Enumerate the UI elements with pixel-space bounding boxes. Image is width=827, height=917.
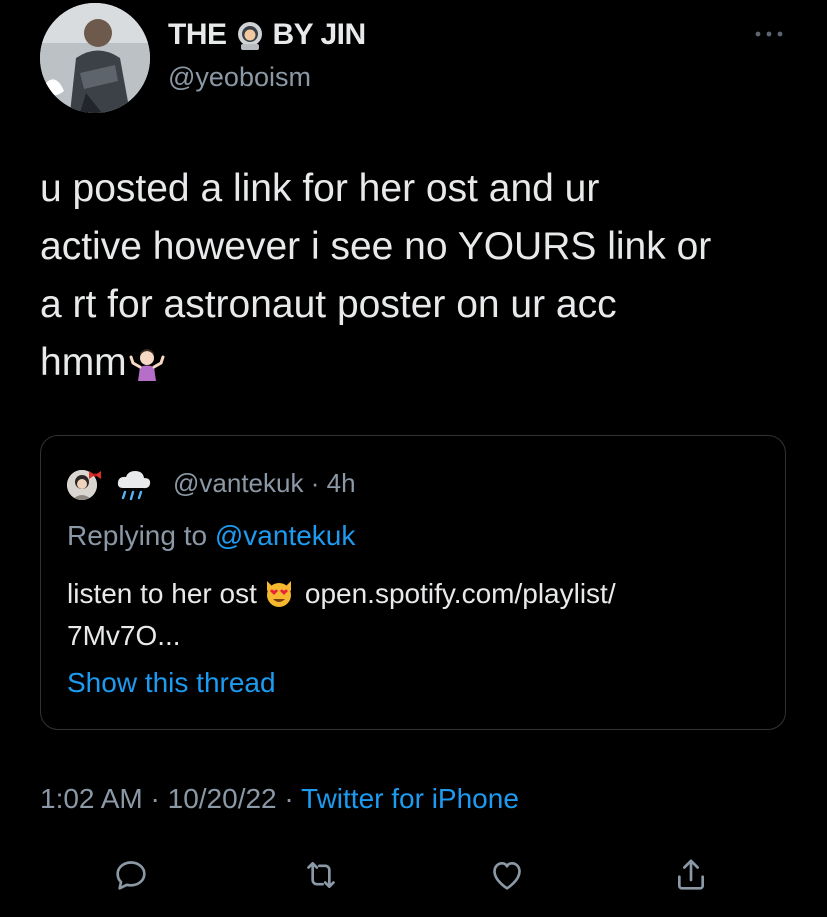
show-this-thread-link[interactable]: Show this thread xyxy=(67,667,276,699)
author-handle[interactable]: @yeoboism xyxy=(168,62,311,93)
display-name-part1: THE xyxy=(168,18,227,51)
quoted-tweet-card[interactable]: @vantekuk · 4h Replying to @vantekuk lis… xyxy=(40,435,786,730)
display-name-part2: BY JIN xyxy=(272,18,367,51)
replying-prefix: Replying to xyxy=(67,520,208,551)
meta-separator: · xyxy=(150,783,160,814)
tweet-text-line: active however i see no YOURS link or xyxy=(40,225,712,268)
retweet-button[interactable] xyxy=(296,850,346,900)
tweet-action-bar xyxy=(0,850,827,900)
red-bow-icon xyxy=(88,466,102,479)
author-display-name[interactable]: THE BY JIN xyxy=(168,18,366,52)
reply-button[interactable] xyxy=(106,850,156,900)
quoted-meta: @vantekuk · 4h xyxy=(173,468,356,499)
tweet-text-line: a rt for astronaut poster on ur acc xyxy=(40,283,617,326)
quoted-text-line: 7Mv7O... xyxy=(67,620,181,651)
quoted-text-line: listen to her ost open.spotify.com/playl… xyxy=(67,573,767,615)
like-icon xyxy=(493,862,521,890)
meta-separator: · xyxy=(284,783,294,814)
author-avatar[interactable] xyxy=(40,3,150,113)
share-icon xyxy=(678,859,704,890)
smiling-cat-heart-eyes-emoji-icon xyxy=(263,577,295,621)
tweet-text: u posted a link for her ost and ur activ… xyxy=(40,160,800,392)
more-dots-icon xyxy=(755,31,783,37)
quoted-separator: · xyxy=(310,468,320,498)
astronaut-emoji-icon xyxy=(235,20,265,50)
tweet-source-link[interactable]: Twitter for iPhone xyxy=(301,783,519,814)
quoted-age[interactable]: 4h xyxy=(327,468,356,498)
tweet-text-line-last: hmm xyxy=(40,334,800,392)
rain-cloud-emoji-icon xyxy=(115,468,153,507)
tweet-date[interactable]: 10/20/22 xyxy=(168,783,277,814)
like-button[interactable] xyxy=(482,850,532,900)
reply-icon xyxy=(116,861,146,890)
quoted-text-start: listen to her ost xyxy=(67,578,257,609)
more-options-button[interactable] xyxy=(752,24,788,44)
replying-to-mention-link[interactable]: @vantekuk xyxy=(215,520,356,551)
tweet-time[interactable]: 1:02 AM xyxy=(40,783,143,814)
share-button[interactable] xyxy=(666,850,716,900)
quoted-handle[interactable]: @vantekuk xyxy=(173,468,303,498)
tweet-text-line: u posted a link for her ost and ur xyxy=(40,167,600,210)
tweet-timestamp-line: 1:02 AM · 10/20/22 · Twitter for iPhone xyxy=(40,783,519,815)
person-shrugging-emoji-icon xyxy=(129,340,165,398)
replying-to: Replying to @vantekuk xyxy=(67,520,355,552)
spotify-playlist-link[interactable]: open.spotify.com/playlist/ xyxy=(305,578,616,609)
retweet-icon xyxy=(307,862,335,888)
tweet-text-final-word: hmm xyxy=(40,341,127,384)
quoted-tweet-text: listen to her ost open.spotify.com/playl… xyxy=(67,573,767,657)
